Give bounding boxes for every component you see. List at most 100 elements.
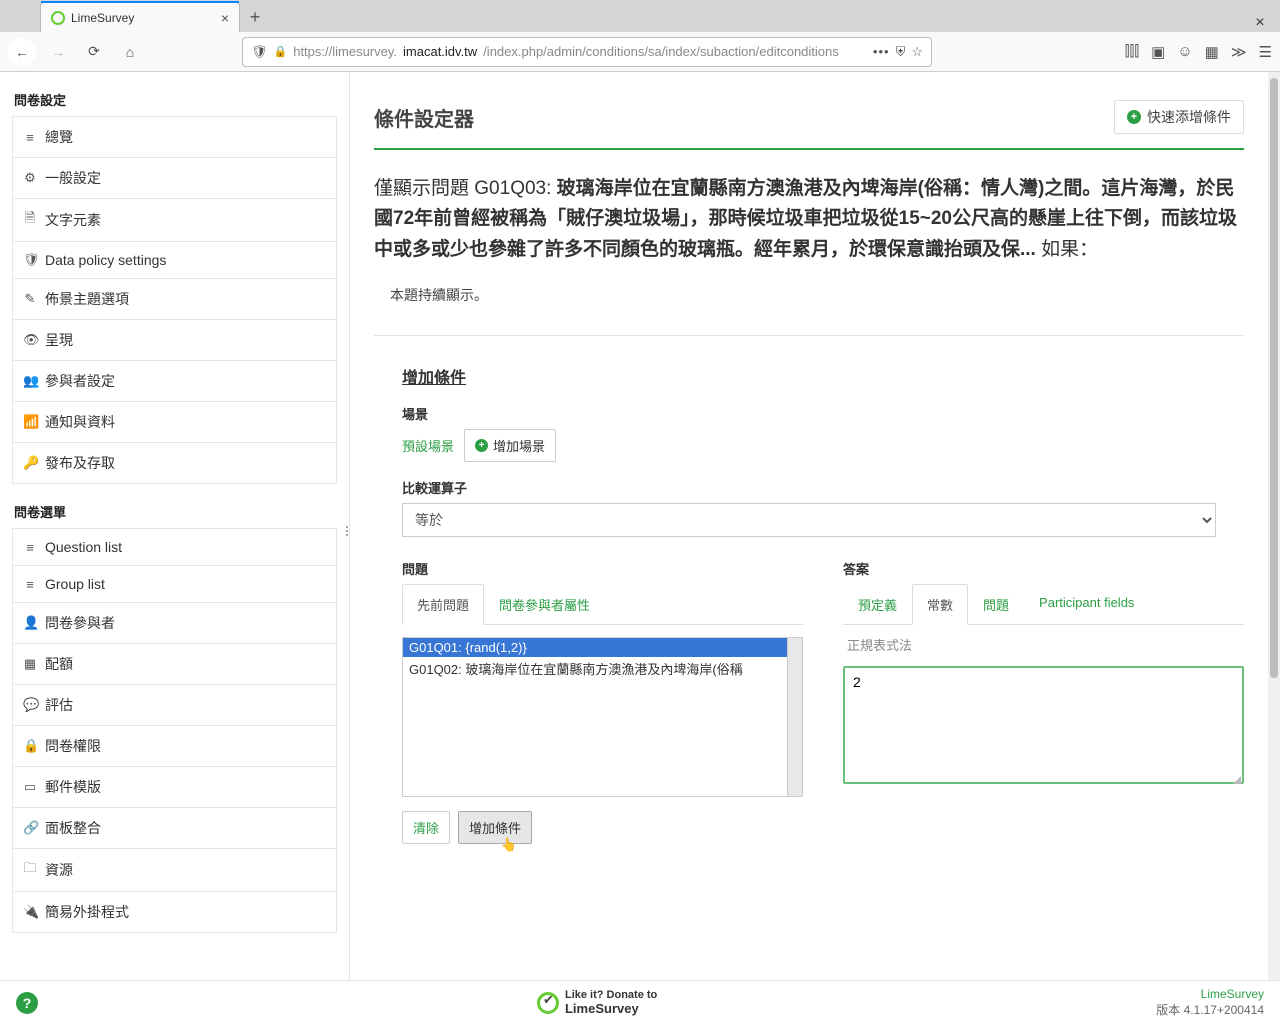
sidebar-toggle-icon[interactable]: ▣ (1151, 43, 1165, 61)
donate-line2: LimeSurvey (565, 1001, 639, 1016)
tab-answer-3[interactable]: Participant fields (1024, 584, 1149, 625)
sidebar-item-icon: ✎ (23, 291, 37, 307)
sidebar-item-menu-8[interactable]: 🗀 資源 (12, 848, 337, 892)
plus-icon: + (475, 439, 488, 452)
scenario-label: 場景 (374, 404, 1244, 423)
tab-question-1[interactable]: 問卷參與者屬性 (484, 584, 605, 625)
question-heading: 僅顯示問題 G01Q03: 玻璃海岸位在宜蘭縣南方澳漁港及內埤海岸(俗稱：情人灣… (374, 174, 1244, 265)
sidebar-item-label: 呈現 (45, 330, 73, 350)
tab-title: LimeSurvey (71, 11, 134, 25)
account-icon[interactable]: ☺ (1177, 43, 1192, 61)
sidebar-item-menu-5[interactable]: 🔒問卷權限 (12, 725, 337, 767)
menu-icon[interactable]: ☰ (1259, 43, 1272, 61)
donate-link[interactable]: Like it? Donate to LimeSurvey (537, 989, 657, 1016)
default-scenario-link[interactable]: 預設場景 (402, 436, 454, 455)
tab-answer-0[interactable]: 預定義 (843, 584, 912, 625)
page-actions-icon[interactable]: ••• (873, 44, 890, 59)
shield-icon: 🛡 (251, 44, 268, 60)
footer-product[interactable]: LimeSurvey (1156, 987, 1264, 1003)
sidebar-item-menu-9[interactable]: 🔌 簡易外掛程式 (12, 891, 337, 933)
sidebar-item-settings-8[interactable]: 🔑發布及存取 (12, 442, 337, 484)
url-domain: imacat.idv.tw (403, 44, 477, 59)
sidebar-item-settings-0[interactable]: ≡總覽 (12, 116, 337, 158)
home-button[interactable]: ⌂ (116, 38, 144, 66)
operator-label: 比較運算子 (374, 478, 1244, 497)
sidebar-item-menu-2[interactable]: 👤問卷參與者 (12, 602, 337, 644)
sidebar-item-menu-0[interactable]: ≡Question list (12, 528, 337, 566)
sidebar-item-label: 郵件模版 (45, 777, 101, 797)
reader-icon[interactable]: ⛨ (896, 44, 906, 60)
sidebar-item-label: Group list (45, 576, 105, 592)
reload-button[interactable]: ⟳ (80, 38, 108, 66)
browser-tab[interactable]: LimeSurvey × (40, 2, 240, 32)
sidebar-item-label: 總覽 (45, 127, 73, 147)
bookmark-icon[interactable]: ☆ (911, 44, 923, 60)
overflow-icon[interactable]: ≫ (1231, 43, 1247, 61)
plus-icon: + (1127, 110, 1141, 124)
add-scenario-button[interactable]: + 增加場景 (464, 429, 556, 462)
sidebar-item-icon: 🔌 (23, 904, 37, 920)
sidebar-item-label: 文字元素 (45, 210, 101, 230)
answer-col-label: 答案 (843, 559, 1244, 578)
sidebar-item-menu-4[interactable]: 💬評估 (12, 684, 337, 726)
sidebar-item-icon: 🔑 (23, 455, 37, 471)
sidebar-item-label: 評估 (45, 695, 73, 715)
page-title: 條件設定器 (374, 103, 474, 132)
sidebar-item-icon: ▭ (23, 779, 37, 795)
scrollbar-track[interactable] (1268, 72, 1280, 980)
limesurvey-logo-icon (537, 992, 559, 1014)
question-tabs: 先前問題問卷參與者屬性 (402, 584, 803, 625)
sidebar-item-icon: 🗀 (23, 859, 37, 881)
sidebar-item-label: 簡易外掛程式 (45, 902, 129, 922)
question-subnote: 本題持續顯示。 (374, 285, 1244, 305)
add-condition-title: 增加條件 (374, 364, 1244, 388)
submit-button[interactable]: 增加條件 👆 (458, 811, 532, 844)
sidebar-group1-title: 問卷設定 (12, 72, 337, 117)
scrollbar-thumb[interactable] (1270, 78, 1278, 678)
question-listbox[interactable]: G01Q01: {rand(1,2)}G01Q02: 玻璃海岸位在宜蘭縣南方澳漁… (402, 637, 803, 797)
clear-button[interactable]: 清除 (402, 811, 450, 844)
tab-answer-2[interactable]: 問題 (968, 584, 1024, 625)
sidebar-item-icon: 👥 (23, 373, 37, 389)
question-option-1[interactable]: G01Q02: 玻璃海岸位在宜蘭縣南方澳漁港及內埤海岸(俗稱 (403, 657, 802, 680)
sidebar-item-label: 通知與資料 (45, 412, 115, 432)
close-tab-icon[interactable]: × (221, 10, 229, 26)
forward-button[interactable]: → (44, 38, 72, 66)
sidebar-item-settings-5[interactable]: 👁 呈現 (12, 319, 337, 361)
sidebar-item-settings-4[interactable]: ✎佈景主題選項 (12, 278, 337, 320)
sidebar-item-menu-6[interactable]: ▭ 郵件模版 (12, 766, 337, 808)
sidebar-item-settings-1[interactable]: ⚙一般設定 (12, 157, 337, 199)
regex-label: 正規表式法 (843, 625, 1244, 658)
sidebar-item-settings-6[interactable]: 👥參與者設定 (12, 360, 337, 402)
sidebar: 問卷設定 ≡總覽⚙一般設定🗎文字元素🛡Data policy settings✎… (0, 72, 350, 980)
library-icon[interactable]: ⫿⫿⫿ (1125, 43, 1139, 61)
help-icon[interactable]: ? (16, 992, 38, 1014)
sidebar-item-label: 面板整合 (45, 818, 101, 838)
quick-add-button[interactable]: + 快速添增條件 (1114, 100, 1244, 134)
sidebar-item-menu-7[interactable]: 🔗面板整合 (12, 807, 337, 849)
url-bar[interactable]: 🛡 🔒 https://limesurvey.imacat.idv.tw/ind… (242, 37, 932, 67)
window-close-icon[interactable]: × (1248, 14, 1272, 32)
cursor-icon: 👆 (501, 837, 517, 853)
sidebar-item-settings-2[interactable]: 🗎文字元素 (12, 198, 337, 242)
sidebar-item-icon: 👁 (23, 332, 37, 348)
sidebar-item-label: 資源 (45, 860, 73, 880)
sidebar-item-icon: ≡ (23, 577, 37, 592)
answer-textarea[interactable]: 2 (843, 666, 1244, 784)
back-button[interactable]: ← (8, 38, 36, 66)
tab-question-0[interactable]: 先前問題 (402, 584, 484, 625)
divider (374, 335, 1244, 336)
sidebar-item-icon: ▦ (23, 656, 37, 672)
new-tab-button[interactable]: + (240, 2, 270, 32)
tab-answer-1[interactable]: 常數 (912, 584, 968, 625)
sidebar-item-settings-3[interactable]: 🛡Data policy settings (12, 241, 337, 279)
sidebar-item-settings-7[interactable]: 📶通知與資料 (12, 401, 337, 443)
sidebar-item-menu-1[interactable]: ≡ Group list (12, 565, 337, 603)
sidebar-item-label: 問卷權限 (45, 736, 101, 756)
apps-icon[interactable]: ▦ (1205, 43, 1219, 61)
sidebar-item-icon: 🛡 (23, 252, 37, 268)
sidebar-item-icon: 👤 (23, 615, 37, 631)
operator-select[interactable]: 等於 (402, 503, 1216, 537)
question-option-0[interactable]: G01Q01: {rand(1,2)} (403, 638, 802, 657)
sidebar-item-menu-3[interactable]: ▦配額 (12, 643, 337, 685)
